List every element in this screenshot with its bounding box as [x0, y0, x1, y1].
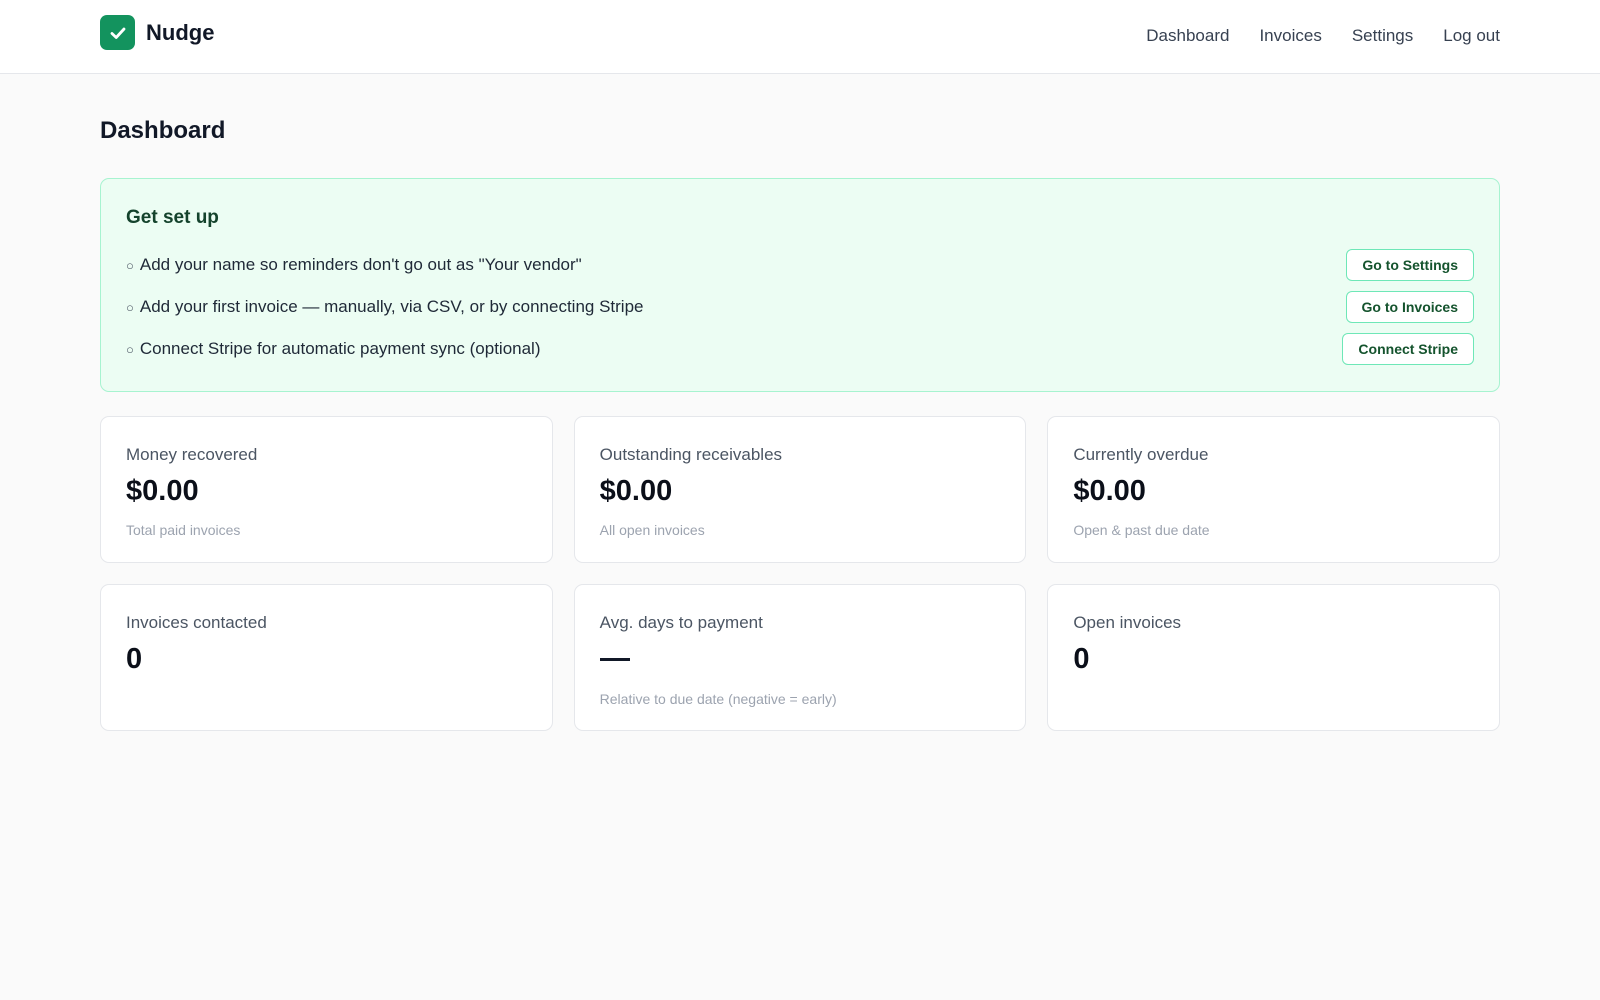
- go-to-invoices-button[interactable]: Go to Invoices: [1345, 291, 1474, 323]
- setup-task-label: Add your name so reminders don't go out …: [139, 255, 582, 274]
- stat-caption: Open & past due date: [1073, 521, 1210, 538]
- setup-task-label: Connect Stripe for automatic payment syn…: [139, 339, 541, 358]
- nav-dashboard[interactable]: Dashboard: [1146, 26, 1229, 46]
- stat-value: $0.00: [599, 475, 673, 507]
- setup-title: Get set up: [126, 207, 219, 228]
- main-content: Dashboard Get set up ○ Add your name so …: [100, 74, 1500, 731]
- stat-label: Currently overdue: [1073, 445, 1209, 464]
- setup-panel: Get set up ○ Add your name so reminders …: [100, 178, 1500, 392]
- stat-label: Outstanding receivables: [599, 445, 783, 464]
- connect-stripe-button[interactable]: Connect Stripe: [1342, 333, 1474, 365]
- stat-label: Money recovered: [126, 445, 258, 464]
- bullet-icon: ○: [126, 299, 134, 315]
- top-navbar: Nudge Dashboard Invoices Settings Log ou…: [0, 0, 1600, 74]
- setup-task-settings: ○ Add your name so reminders don't go ou…: [126, 248, 1474, 282]
- bullet-icon: ○: [126, 341, 134, 357]
- nav-logout[interactable]: Log out: [1443, 26, 1500, 46]
- stat-card-invoices-contacted: Invoices contacted 0: [100, 584, 553, 731]
- brand-name: Nudge: [146, 19, 215, 45]
- page-title: Dashboard: [100, 117, 226, 144]
- stat-value-text: —: [600, 644, 601, 645]
- bullet-icon: ○: [126, 257, 134, 273]
- setup-task-invoices: ○ Add your first invoice — manually, via…: [126, 290, 1474, 324]
- brand[interactable]: Nudge: [100, 15, 214, 50]
- stat-card-avg-days-to-payment: Avg. days to payment — Relative to due d…: [573, 584, 1027, 731]
- empty-value-dash: [599, 658, 630, 661]
- stat-card-open-invoices: Open invoices 0: [1047, 584, 1500, 731]
- stat-card-currently-overdue: Currently overdue $0.00 Open & past due …: [1047, 416, 1500, 563]
- nav-invoices[interactable]: Invoices: [1259, 26, 1321, 46]
- stat-value: 0: [1073, 643, 1090, 675]
- stat-value: $0.00: [126, 475, 199, 507]
- nav-settings[interactable]: Settings: [1352, 26, 1413, 46]
- stat-value: 0: [126, 643, 143, 675]
- stat-card-outstanding-receivables: Outstanding receivables $0.00 All open i…: [573, 416, 1027, 563]
- stat-caption: All open invoices: [599, 521, 705, 538]
- stats-grid: Money recovered $0.00 Total paid invoice…: [100, 416, 1500, 731]
- stat-value: $0.00: [1073, 475, 1146, 507]
- stat-caption: Relative to due date (negative = early): [599, 691, 837, 707]
- stat-label: Invoices contacted: [126, 613, 267, 632]
- stat-label: Open invoices: [1073, 613, 1182, 632]
- stat-card-money-recovered: Money recovered $0.00 Total paid invoice…: [100, 416, 553, 563]
- stat-caption: Total paid invoices: [126, 521, 241, 538]
- check-icon: [100, 15, 135, 50]
- stat-label: Avg. days to payment: [599, 613, 763, 632]
- go-to-settings-button[interactable]: Go to Settings: [1346, 249, 1474, 281]
- main-nav: Dashboard Invoices Settings Log out: [1146, 26, 1500, 46]
- setup-task-label: Add your first invoice — manually, via C…: [139, 297, 644, 316]
- setup-task-stripe: ○ Connect Stripe for automatic payment s…: [126, 332, 1474, 366]
